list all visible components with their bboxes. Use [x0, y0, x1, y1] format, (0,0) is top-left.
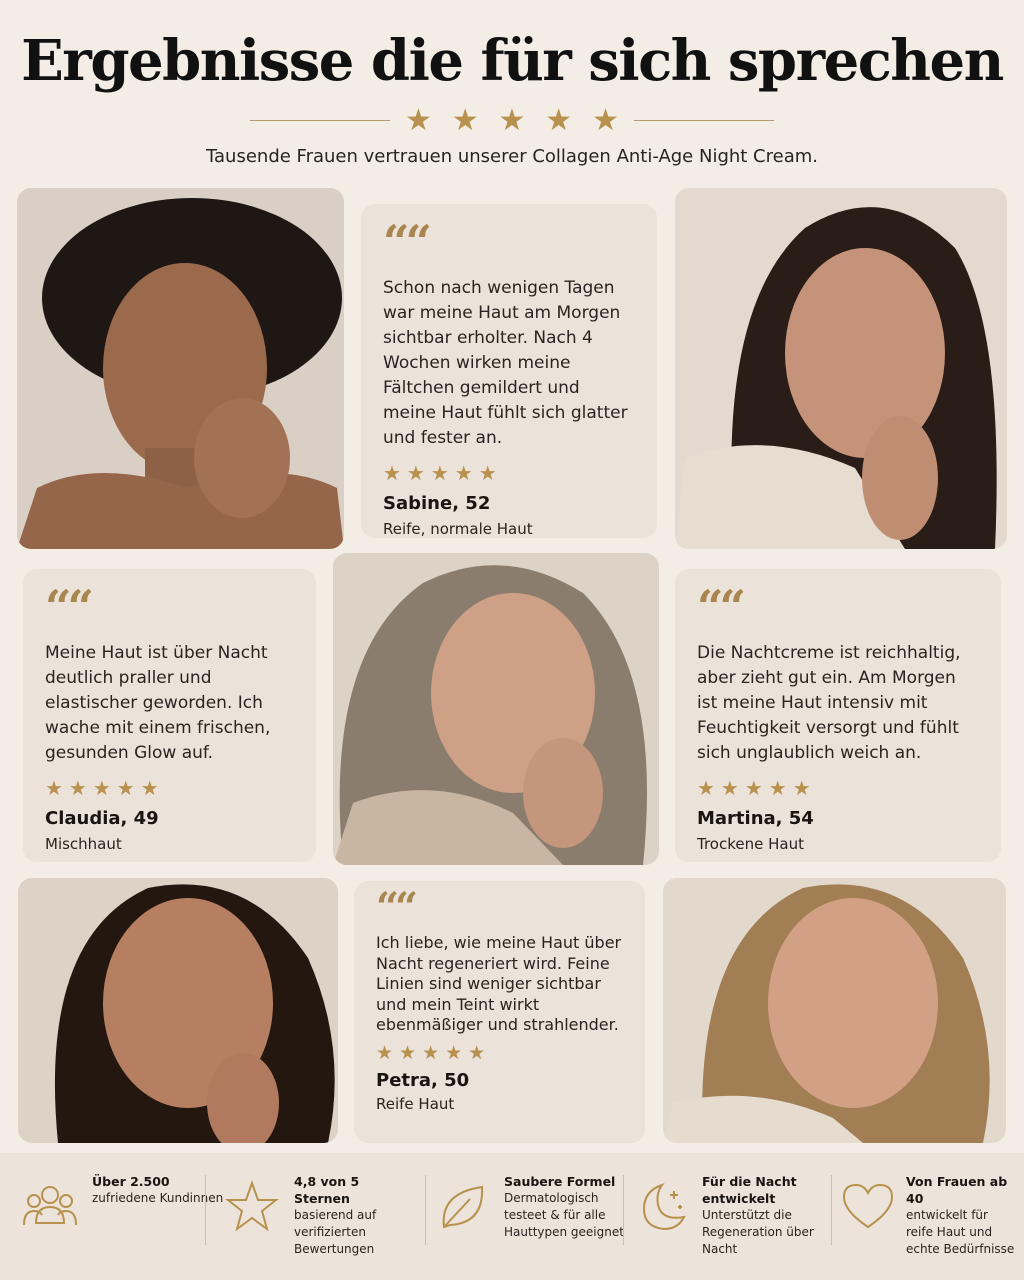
feature-bar: Über 2.500 zufriedene Kundinnen 4,8 von …	[0, 1153, 1024, 1280]
rating-stars: ★★★★★	[697, 776, 817, 800]
feature-text: zufriedene Kundinnen	[92, 1191, 224, 1205]
rating-stars: ★ ★ ★ ★ ★	[405, 104, 619, 138]
feature-rating: 4,8 von 5 Sternen basierend auf verifizi…	[224, 1173, 414, 1263]
testimonial-quote: Ich liebe, wie meine Haut über Nacht reg…	[376, 933, 622, 1034]
leaf-icon	[442, 1185, 484, 1229]
customer-photo	[17, 188, 344, 549]
testimonial-quote: Schon nach wenigen Tagen war meine Haut …	[383, 278, 628, 448]
testimonial-card: ““ Ich liebe, wie meine Haut über Nacht …	[354, 881, 645, 1143]
testimonial-quote: Die Nachtcreme ist reichhaltig, aber zie…	[697, 643, 961, 763]
testimonial-quote: Meine Haut ist über Nacht deutlich prall…	[45, 643, 271, 763]
feature-formula: Saubere Formel Dermatologisch testeet & …	[434, 1173, 629, 1263]
reviewer-skin-type: Reife, normale Haut	[383, 520, 533, 538]
feature-text: entwickelt für reife Haut und echte Bedü…	[906, 1208, 1015, 1256]
testimonial-card: ““ Die Nachtcreme ist reichhaltig, aber …	[675, 569, 1001, 862]
users-icon	[23, 1186, 77, 1226]
feature-night: Für die Nacht entwickelt Unterstützt die…	[632, 1173, 834, 1263]
decorative-rule-left	[250, 120, 390, 121]
reviewer-skin-type: Mischhaut	[45, 835, 122, 853]
rating-stars: ★★★★★	[376, 1041, 492, 1064]
feature-title: 4,8 von 5 Sternen	[294, 1174, 360, 1206]
star-icon: ★	[498, 103, 526, 138]
quote-icon: ““	[697, 580, 746, 634]
page-subtitle: Tausende Frauen vertrauen unserer Collag…	[206, 146, 818, 167]
feature-customers: Über 2.500 zufriedene Kundinnen	[22, 1173, 223, 1263]
reviewer-skin-type: Trockene Haut	[697, 835, 804, 853]
feature-title: Über 2.500	[92, 1174, 170, 1189]
star-icon: ★	[405, 103, 432, 138]
feature-title: Saubere Formel	[504, 1174, 616, 1189]
feature-title: Für die Nacht entwickelt	[702, 1174, 797, 1206]
feature-text: Unterstützt die Regeneration über Nacht	[702, 1208, 814, 1256]
divider	[623, 1175, 624, 1245]
testimonial-card: ““ Meine Haut ist über Nacht deutlich pr…	[23, 569, 316, 862]
star-icon	[225, 1179, 279, 1232]
star-icon: ★	[545, 103, 573, 138]
divider	[425, 1175, 426, 1245]
decorative-rule-right	[634, 120, 774, 121]
star-icon: ★	[451, 103, 479, 138]
reviewer-name: Martina, 54	[697, 808, 814, 829]
heart-icon	[842, 1183, 894, 1229]
feature-title: Von Frauen ab 40	[906, 1174, 1008, 1206]
feature-mature-skin: Von Frauen ab 40 entwickelt für reife Ha…	[840, 1173, 1018, 1263]
divider	[831, 1175, 832, 1245]
feature-text: Dermatologisch testeet & für alle Hautty…	[504, 1191, 624, 1239]
divider	[205, 1175, 206, 1245]
reviewer-name: Claudia, 49	[45, 808, 159, 829]
testimonial-card: ““ Schon nach wenigen Tagen war meine Ha…	[361, 204, 657, 538]
page-title: Ergebnisse die für sich sprechen	[21, 28, 1004, 94]
customer-photo	[663, 878, 1006, 1143]
customer-photo	[333, 553, 659, 865]
feature-text: basierend auf verifizierten Bewertungen	[294, 1208, 377, 1256]
reviewer-name: Petra, 50	[376, 1069, 470, 1091]
quote-icon: ““	[376, 884, 418, 931]
quote-icon: ““	[383, 215, 432, 269]
customer-photo	[18, 878, 338, 1143]
customer-photo	[675, 188, 1007, 549]
quote-icon: ““	[45, 580, 94, 634]
reviewer-skin-type: Reife Haut	[376, 1094, 455, 1113]
rating-stars: ★★★★★	[383, 461, 503, 485]
moon-icon	[642, 1183, 686, 1231]
star-icon: ★	[592, 103, 619, 138]
rating-stars: ★★★★★	[45, 776, 165, 800]
reviewer-name: Sabine, 52	[383, 493, 491, 514]
